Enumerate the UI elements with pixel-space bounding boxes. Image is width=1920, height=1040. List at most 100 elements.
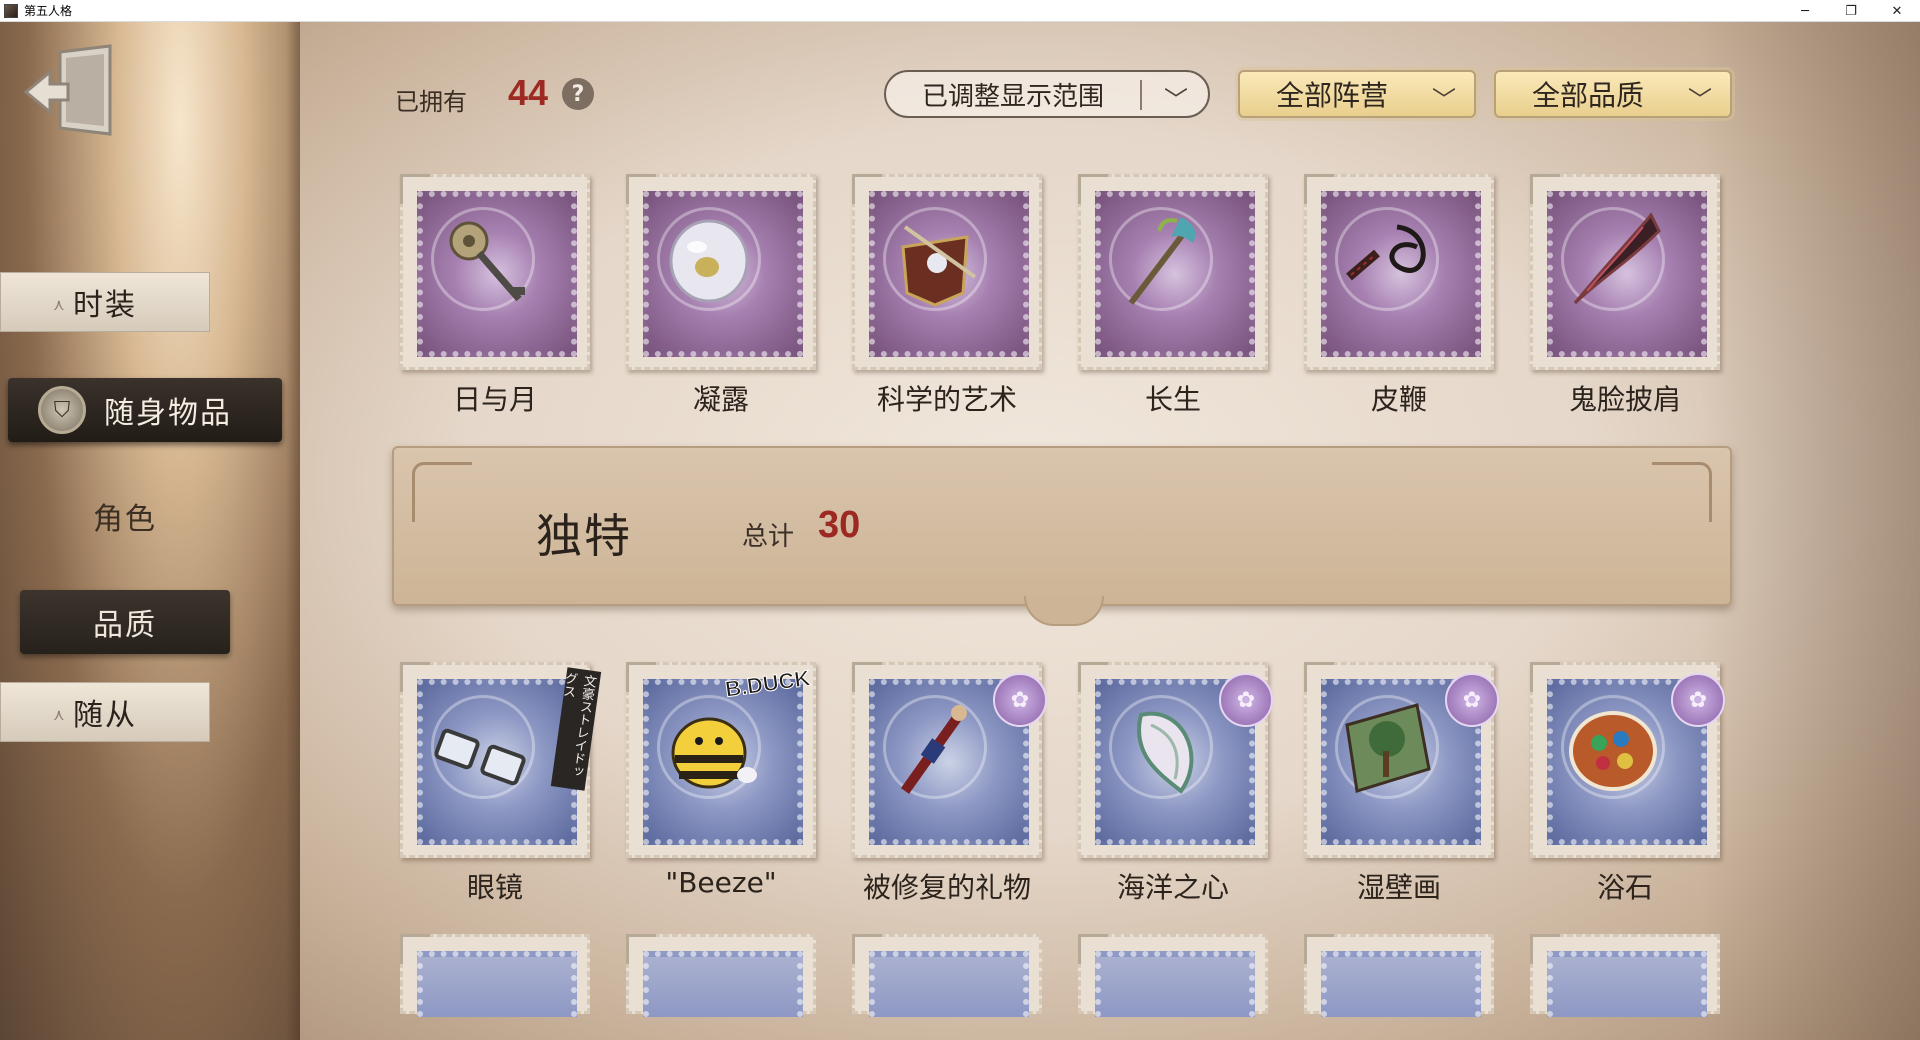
item-card[interactable]: ✿ 浴石 (1530, 662, 1725, 904)
display-range-dropdown[interactable]: 已调整显示范围 ﹀ (884, 70, 1210, 118)
sidebar-item-follower[interactable]: ⋏ 随从 (0, 682, 210, 742)
stamp-frame (626, 174, 816, 370)
item-card-partial[interactable] (1304, 934, 1494, 1017)
close-button[interactable]: ✕ (1874, 0, 1920, 22)
bath-stone-icon (1569, 711, 1657, 791)
item-card[interactable]: 科学的艺术 (852, 174, 1042, 416)
item-name: 浴石 (1596, 871, 1653, 904)
stamp-frame (1530, 174, 1720, 370)
section-title: 独特 (536, 509, 632, 563)
stamp-frame (1078, 174, 1268, 370)
collapse-chevron-icon: ⋏ (53, 705, 65, 724)
chevron-down-icon: ﹀ (1688, 86, 1712, 114)
collapse-chevron-icon: ⋏ (53, 295, 65, 314)
window-title: 第五人格 (24, 4, 73, 18)
item-card-partial[interactable] (1530, 934, 1720, 1017)
item-card[interactable]: ✿ 湿壁画 (1304, 662, 1499, 904)
sidebar: ⋏ 时装 ⛉ 随身物品 角色 品质 ⋏ 随从 (0, 22, 300, 1040)
dropdown-label: 已调整显示范围 (922, 81, 1105, 112)
stamp-frame (852, 174, 1042, 370)
sword-shield-icon (901, 225, 977, 307)
item-grid-row-partial (400, 934, 1740, 1017)
sidebar-item-label: 品质 (93, 608, 157, 643)
whip-icon (1346, 224, 1426, 281)
sidebar-item-accessories[interactable]: ⛉ 随身物品 (8, 378, 282, 442)
bee-plush-icon (671, 717, 757, 789)
help-icon[interactable]: ? (562, 78, 594, 110)
stamp-frame: ✿ (1530, 662, 1725, 858)
window-titlebar: 第五人格 ─ ❐ ✕ (0, 0, 1920, 22)
item-card[interactable]: 文豪ストレイドッグス 眼镜 (400, 662, 602, 904)
fresco-icon (1345, 703, 1431, 793)
item-card[interactable]: 日与月 (400, 174, 590, 416)
item-name: 海洋之心 (1116, 871, 1229, 904)
item-card[interactable]: 凝露 (626, 174, 816, 416)
stamp-frame (1304, 174, 1494, 370)
item-card-partial[interactable] (626, 934, 816, 1017)
item-card-partial[interactable] (852, 934, 1042, 1017)
stamp-frame (400, 174, 590, 370)
restore-button[interactable]: ❐ (1828, 0, 1874, 22)
stamp-frame: ✿ (852, 662, 1047, 858)
owned-count: 44 (508, 72, 549, 113)
item-name: 鬼脸披肩 (1568, 383, 1681, 416)
item-name: 眼镜 (466, 871, 523, 904)
sidebar-item-character[interactable]: 角色 (30, 486, 220, 546)
item-card[interactable]: ✿ 海洋之心 (1078, 662, 1273, 904)
seashell-icon (1137, 711, 1194, 794)
sidebar-item-label: 时装 (73, 288, 137, 323)
app-icon (4, 3, 18, 18)
sidebar-item-label: 随从 (73, 698, 137, 733)
item-name: 科学的艺术 (876, 383, 1017, 416)
item-card[interactable]: 鬼脸披肩 (1530, 174, 1720, 416)
camp-filter-dropdown[interactable]: 全部阵营 ﹀ (1238, 70, 1476, 118)
dropdown-label: 全部阵营 (1276, 79, 1389, 112)
purple-badge-icon: ✿ (1445, 673, 1499, 727)
item-name: 长生 (1144, 383, 1201, 416)
collab-sticker: 文豪ストレイドッグス (550, 667, 602, 791)
rarity-section-header: 独特 总计 30 (392, 446, 1732, 626)
item-card[interactable]: B.DUCK "Beeze" (626, 662, 816, 902)
sidebar-item-label: 角色 (93, 502, 157, 537)
item-grid-row: 日与月 凝露 科学的艺术 长生 皮鞭 鬼脸披肩 (400, 174, 1740, 416)
glasses-icon (434, 728, 526, 786)
key-scepter-icon (449, 221, 525, 302)
exit-door-icon[interactable] (22, 42, 118, 142)
nutcracker-icon (900, 705, 967, 794)
purple-badge-icon: ✿ (1671, 673, 1725, 727)
sidebar-item-costume[interactable]: ⋏ 时装 (0, 272, 210, 332)
item-name: 凝露 (692, 383, 749, 416)
main-panel: 已拥有 44 ? 已调整显示范围 ﹀ 全部阵营 ﹀ 全部品质 ﹀ 日与月 凝露 … (300, 22, 1920, 1040)
stamp-frame: B.DUCK (626, 662, 816, 858)
purple-badge-icon: ✿ (1219, 673, 1273, 727)
minimize-button[interactable]: ─ (1782, 0, 1828, 22)
shield-crest-icon: ⛉ (38, 386, 86, 434)
item-card-partial[interactable] (400, 934, 590, 1017)
section-total-label: 总计 (742, 522, 795, 552)
item-grid-row: 文豪ストレイドッグス 眼镜 B.DUCK "Beeze" ✿ 被修复的礼物 ✿ … (400, 662, 1740, 904)
shawl-icon (1573, 212, 1661, 305)
item-card[interactable]: 长生 (1078, 174, 1268, 416)
stamp-frame: ✿ (1078, 662, 1273, 858)
stamp-frame: ✿ (1304, 662, 1499, 858)
sidebar-item-label: 随身物品 (104, 396, 232, 431)
item-name: 日与月 (452, 383, 537, 416)
item-name: "Beeze" (665, 866, 777, 899)
chevron-down-icon: ﹀ (1432, 86, 1456, 114)
item-card[interactable]: 皮鞭 (1304, 174, 1494, 416)
chevron-down-icon: ﹀ (1164, 86, 1188, 114)
window-controls: ─ ❐ ✕ (1782, 0, 1920, 22)
purple-badge-icon: ✿ (993, 673, 1047, 727)
dropdown-label: 全部品质 (1532, 79, 1645, 112)
sidebar-item-quality[interactable]: 品质 (20, 590, 230, 654)
staff-icon (1128, 217, 1196, 305)
stamp-frame: 文豪ストレイドッグス (400, 662, 602, 858)
item-card-partial[interactable] (1078, 934, 1268, 1017)
quality-filter-dropdown[interactable]: 全部品质 ﹀ (1494, 70, 1732, 118)
owned-label: 已拥有 (395, 88, 467, 116)
item-name: 被修复的礼物 (862, 871, 1031, 904)
item-card[interactable]: ✿ 被修复的礼物 (852, 662, 1047, 904)
item-name: 湿壁画 (1356, 871, 1441, 904)
dew-orb-icon (669, 219, 749, 303)
item-name: 皮鞭 (1370, 383, 1427, 416)
